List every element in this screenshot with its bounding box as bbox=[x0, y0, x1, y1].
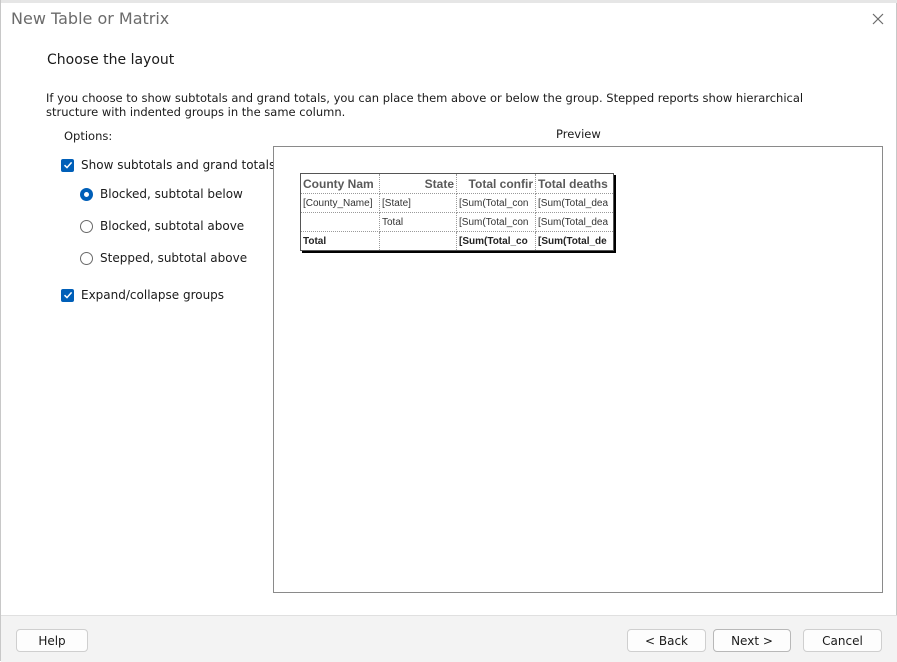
blocked-below-radio[interactable]: Blocked, subtotal below bbox=[80, 187, 243, 201]
preview-header-row: County Nam State Total confir Total deat… bbox=[300, 173, 614, 194]
preview-label: Preview bbox=[556, 127, 601, 141]
preview-cell bbox=[300, 212, 380, 232]
help-button[interactable]: Help bbox=[16, 629, 88, 652]
close-button[interactable] bbox=[867, 8, 889, 30]
radio-unselected-icon bbox=[80, 219, 93, 233]
checkmark-icon bbox=[61, 288, 74, 302]
preview-cell: [Sum(Total_dea bbox=[535, 193, 614, 213]
expand-collapse-checkbox[interactable]: Expand/collapse groups bbox=[61, 288, 224, 302]
preview-cell: [Sum(Total_dea bbox=[535, 212, 614, 232]
dialog-title: New Table or Matrix bbox=[11, 9, 170, 28]
radio-selected-icon bbox=[80, 187, 93, 201]
dialog-window: New Table or Matrix Choose the layout If… bbox=[0, 0, 897, 662]
options-label: Options: bbox=[64, 129, 113, 143]
preview-cell: [Sum(Total_co bbox=[456, 231, 536, 251]
preview-table: County Nam State Total confir Total deat… bbox=[300, 173, 614, 251]
show-totals-label: Show subtotals and grand totals bbox=[81, 158, 276, 172]
close-icon bbox=[872, 13, 884, 25]
preview-pane: County Nam State Total confir Total deat… bbox=[273, 146, 883, 593]
checkmark-icon bbox=[61, 158, 74, 172]
preview-cell bbox=[379, 231, 457, 251]
stepped-above-label: Stepped, subtotal above bbox=[100, 251, 248, 265]
page-description: If you choose to show subtotals and gran… bbox=[46, 91, 804, 119]
preview-header-cell: State bbox=[379, 173, 457, 194]
expand-collapse-label: Expand/collapse groups bbox=[81, 288, 225, 302]
preview-cell: [Sum(Total_con bbox=[456, 212, 536, 232]
stepped-above-radio[interactable]: Stepped, subtotal above bbox=[80, 251, 247, 265]
cancel-button[interactable]: Cancel bbox=[803, 629, 882, 652]
next-button[interactable]: Next > bbox=[713, 629, 791, 652]
preview-header-cell: County Nam bbox=[300, 173, 380, 194]
page-heading: Choose the layout bbox=[47, 52, 175, 68]
preview-cell: Total bbox=[300, 231, 380, 251]
show-totals-checkbox[interactable]: Show subtotals and grand totals bbox=[61, 158, 275, 172]
preview-subtotal-row: Total [Sum(Total_con [Sum(Total_dea bbox=[300, 212, 614, 232]
dialog-footer: Help < Back Next > Cancel bbox=[1, 615, 897, 662]
preview-cell: [State] bbox=[379, 193, 457, 213]
radio-unselected-icon bbox=[80, 251, 93, 265]
preview-cell: [County_Name] bbox=[300, 193, 380, 213]
preview-cell: Total bbox=[379, 212, 457, 232]
preview-cell: [Sum(Total_con bbox=[456, 193, 536, 213]
title-bar-strip bbox=[1, 0, 897, 3]
blocked-below-label: Blocked, subtotal below bbox=[100, 187, 243, 201]
preview-detail-row: [County_Name] [State] [Sum(Total_con [Su… bbox=[300, 193, 614, 213]
blocked-above-label: Blocked, subtotal above bbox=[100, 219, 245, 233]
preview-header-cell: Total confir bbox=[456, 173, 536, 194]
preview-total-row: Total [Sum(Total_co [Sum(Total_de bbox=[300, 231, 614, 251]
preview-header-cell: Total deaths bbox=[535, 173, 614, 194]
blocked-above-radio[interactable]: Blocked, subtotal above bbox=[80, 219, 244, 233]
preview-cell: [Sum(Total_de bbox=[535, 231, 614, 251]
back-button[interactable]: < Back bbox=[627, 629, 706, 652]
